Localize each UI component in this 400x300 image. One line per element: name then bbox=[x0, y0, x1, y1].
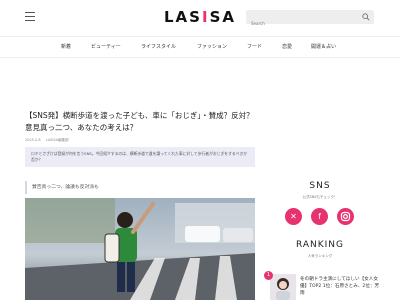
search-bar bbox=[246, 10, 374, 31]
logo-suffix: SA bbox=[209, 8, 236, 26]
search-icon[interactable] bbox=[362, 13, 370, 21]
instagram-icon[interactable] bbox=[337, 208, 354, 225]
article-date: 2025.2.8 bbox=[25, 138, 41, 142]
sns-heading: SNS bbox=[309, 181, 331, 191]
ranking-subheading: 人気ランキング bbox=[307, 254, 333, 258]
article-title: 【SNS発】横断歩道を渡った子ども、車に「おじぎ」・賛成？反対？ 意見真っ二つ、… bbox=[25, 111, 262, 132]
article-photo bbox=[25, 198, 255, 300]
category-nav: 新着 ビューティー ライフスタイル ファッション フード 恋愛 開運＆占い bbox=[0, 36, 400, 58]
logo-dot: I bbox=[201, 8, 210, 26]
x-icon[interactable]: ✕ bbox=[285, 208, 302, 225]
logo-prefix: LAS bbox=[164, 8, 202, 26]
nav-item-food[interactable]: フード bbox=[247, 43, 262, 50]
nav-item-love[interactable]: 恋愛 bbox=[282, 43, 292, 50]
site-header: LASISA bbox=[0, 0, 400, 36]
ranking-item-title[interactable]: 冬の朝ドラ主演にしてほしい【女人女優】TOP2 1位：石原さとみ、2位：芳雨 bbox=[300, 276, 380, 297]
facebook-icon[interactable]: f bbox=[311, 208, 328, 225]
article-author[interactable]: LASISA編集部 bbox=[46, 138, 69, 142]
article-lead: ロキとさざけば登録が何を言うSNS。今回紹介するのは、横断歩道で道を譲ってくれた… bbox=[25, 147, 255, 167]
nav-item-beauty[interactable]: ビューティー bbox=[91, 43, 121, 50]
nav-item-fortune[interactable]: 開運＆占い bbox=[311, 43, 336, 50]
nav-item-new[interactable]: 新着 bbox=[61, 43, 71, 50]
instagram-glyph bbox=[340, 211, 351, 222]
ranking-heading: RANKING bbox=[295, 240, 345, 250]
ranking-badge: 1 bbox=[264, 271, 273, 280]
nav-item-fashion[interactable]: ファッション bbox=[197, 43, 227, 50]
article-meta: 2025.2.8 LASISA編集部 bbox=[25, 138, 69, 143]
nav-item-lifestyle[interactable]: ライフスタイル bbox=[141, 43, 176, 50]
photo-caption: 賛否真っ二つ、論議も反対派も bbox=[25, 181, 255, 194]
ranking-thumbnail[interactable] bbox=[270, 274, 296, 300]
search-input[interactable] bbox=[246, 16, 356, 31]
sns-subheading: 公式SNSもチェック！ bbox=[302, 195, 338, 199]
